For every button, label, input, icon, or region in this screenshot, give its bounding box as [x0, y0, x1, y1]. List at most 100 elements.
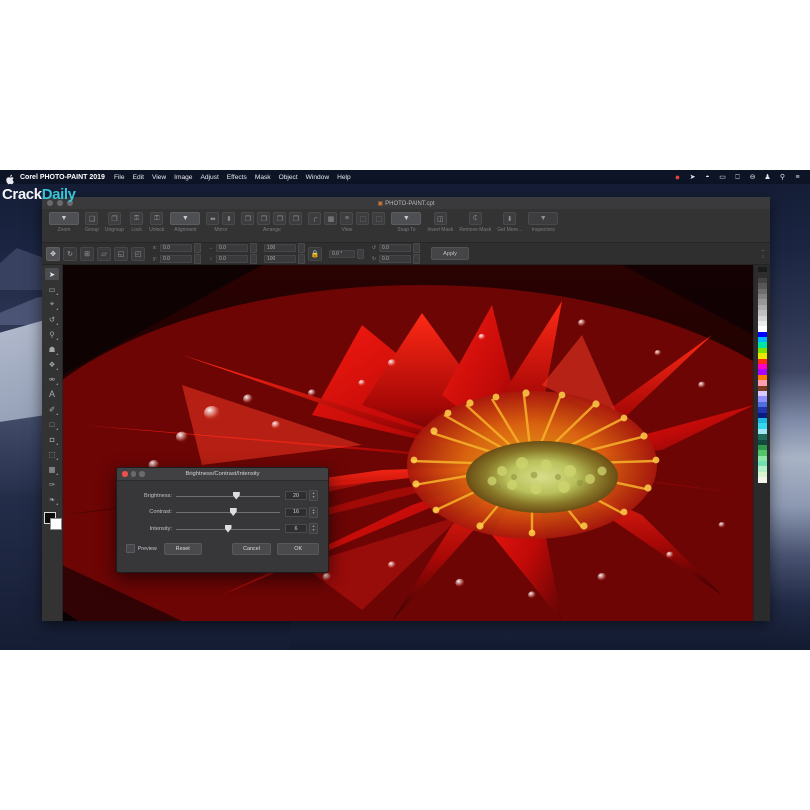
clone-tool[interactable]: ☗: [45, 343, 59, 355]
mirror-vertical-button[interactable]: ⬍: [222, 212, 236, 225]
group-button[interactable]: ❑: [85, 212, 99, 225]
preview-checkbox[interactable]: [126, 544, 135, 553]
snap-to-dropdown[interactable]: ▼: [391, 212, 422, 225]
position-x-stepper[interactable]: [194, 243, 201, 253]
contrast-value-input[interactable]: 16: [285, 507, 307, 517]
mirror-horizontal-button[interactable]: ⬌: [206, 212, 220, 225]
eraser-tool[interactable]: ◘: [45, 433, 59, 445]
contrast-slider-thumb[interactable]: [229, 508, 237, 516]
pick-tool[interactable]: ➤: [45, 268, 59, 280]
zoom-level-dropdown[interactable]: ▼: [49, 212, 79, 225]
invert-mask-button[interactable]: ◫: [433, 212, 447, 225]
zoom-tool[interactable]: ⚲: [45, 328, 59, 340]
rectangle-mask-tool[interactable]: ▭: [45, 283, 59, 295]
distort-tool-icon[interactable]: ◱: [114, 246, 128, 261]
battery-icon[interactable]: ▭: [718, 173, 727, 182]
menu-item-mask[interactable]: Mask: [255, 174, 271, 181]
scale-height-stepper[interactable]: [298, 254, 305, 264]
size-height-input[interactable]: 0.0: [216, 255, 248, 263]
skew-x-stepper[interactable]: [413, 243, 420, 253]
unlock-button[interactable]: ⚿: [150, 212, 164, 225]
size-width-input[interactable]: 0.0: [216, 244, 248, 252]
contrast-slider[interactable]: [176, 508, 280, 517]
scale-width-input[interactable]: 100: [264, 244, 296, 252]
intensity-stepper[interactable]: ▲ ▼: [309, 523, 318, 534]
menu-item-effects[interactable]: Effects: [227, 174, 247, 181]
skew-x-input[interactable]: 0.0: [379, 244, 411, 252]
view-grid-button[interactable]: ▦: [324, 212, 338, 225]
cancel-button[interactable]: Cancel: [231, 542, 272, 555]
menu-item-edit[interactable]: Edit: [133, 174, 144, 181]
menu-item-object[interactable]: Object: [279, 174, 298, 181]
ungroup-button[interactable]: ❐: [108, 212, 121, 225]
text-tool[interactable]: A: [45, 388, 59, 400]
view-rulers-button[interactable]: ┌: [308, 212, 322, 225]
menu-item-view[interactable]: View: [152, 174, 166, 181]
eyedropper-tool[interactable]: ⚮: [45, 373, 59, 385]
menu-item-window[interactable]: Window: [306, 174, 329, 181]
location-arrow-icon[interactable]: ➤: [688, 173, 697, 182]
size-height-stepper[interactable]: [250, 254, 257, 264]
background-color-swatch[interactable]: [50, 518, 62, 530]
arrange-front-button[interactable]: ❐: [241, 212, 255, 225]
remove-mask-button[interactable]: ⍧: [468, 212, 482, 225]
user-account-icon[interactable]: ♟: [763, 173, 772, 182]
intensity-slider[interactable]: [176, 524, 280, 533]
inspectors-dropdown[interactable]: ▼: [528, 212, 559, 225]
color-swatches[interactable]: [44, 512, 62, 530]
paint-brush-tool[interactable]: ✐: [45, 403, 59, 415]
skew-tool-icon[interactable]: ▱: [97, 246, 111, 261]
menubar-app-name[interactable]: Corel PHOTO-PAINT 2019: [20, 174, 105, 181]
intensity-slider-thumb[interactable]: [224, 524, 232, 533]
size-width-stepper[interactable]: [250, 243, 257, 253]
arrange-backward-button[interactable]: ❐: [289, 212, 303, 225]
skew-y-stepper[interactable]: [413, 254, 420, 264]
scale-tool-icon[interactable]: ⊞: [80, 246, 94, 261]
color-palette[interactable]: [753, 265, 770, 621]
palette-color-swatch[interactable]: [757, 477, 767, 483]
move-tool-icon[interactable]: ✥: [46, 246, 60, 261]
scale-width-stepper[interactable]: [298, 243, 305, 253]
brightness-value-input[interactable]: 20: [285, 491, 307, 500]
effect-tool[interactable]: ❖: [45, 358, 59, 370]
notification-badge-icon[interactable]: ●: [673, 172, 682, 182]
rotate-tool-icon[interactable]: ↻: [63, 246, 77, 261]
reset-button[interactable]: Reset: [163, 542, 202, 555]
brightness-stepper[interactable]: ▲ ▼: [309, 490, 318, 501]
perspective-tool-icon[interactable]: ◰: [131, 246, 145, 261]
crop-tool[interactable]: ⌖: [45, 298, 59, 310]
color-palette-strip[interactable]: [757, 267, 767, 483]
menu-item-help[interactable]: Help: [337, 174, 351, 181]
ok-button[interactable]: OK: [277, 542, 319, 555]
intensity-value-input[interactable]: 6: [285, 524, 307, 533]
contrast-stepper[interactable]: ▲ ▼: [309, 506, 318, 518]
lock-aspect-ratio-icon[interactable]: 🔒: [308, 246, 322, 261]
get-more-button[interactable]: ⬇: [503, 212, 517, 225]
apple-icon[interactable]: [5, 172, 16, 184]
lock-button[interactable]: ⚿: [130, 212, 144, 225]
position-x-input[interactable]: 0.0: [160, 244, 192, 252]
position-y-stepper[interactable]: [194, 254, 201, 264]
arrange-forward-button[interactable]: ❐: [257, 212, 271, 225]
menu-item-adjust[interactable]: Adjust: [200, 174, 218, 181]
rotation-stepper[interactable]: [357, 248, 364, 259]
arrange-back-button[interactable]: ❐: [273, 212, 287, 225]
view-page-button[interactable]: ⬚: [356, 212, 370, 225]
menu-item-image[interactable]: Image: [174, 174, 192, 181]
wifi-icon[interactable]: ◓: [703, 173, 712, 182]
view-guidelines-button[interactable]: ≡: [340, 212, 354, 225]
position-y-input[interactable]: 0.0: [160, 255, 192, 263]
dropper-tool[interactable]: ❧: [45, 493, 59, 505]
transform-tool[interactable]: ↺: [45, 313, 59, 325]
menu-item-file[interactable]: File: [114, 174, 125, 181]
notification-list-icon[interactable]: ≡: [793, 173, 802, 182]
view-frame-button[interactable]: ⬚: [372, 212, 386, 225]
brightness-slider-thumb[interactable]: [232, 491, 240, 500]
apply-button[interactable]: Apply: [431, 247, 469, 260]
smudge-tool[interactable]: ✑: [45, 478, 59, 490]
control-center-icon[interactable]: ⊖: [748, 173, 757, 182]
rectangle-shape-tool[interactable]: □: [45, 418, 59, 430]
airplay-display-icon[interactable]: ⎕: [733, 173, 742, 182]
search-icon[interactable]: ⚲: [778, 173, 787, 182]
alignment-dropdown[interactable]: ▼: [170, 212, 201, 225]
